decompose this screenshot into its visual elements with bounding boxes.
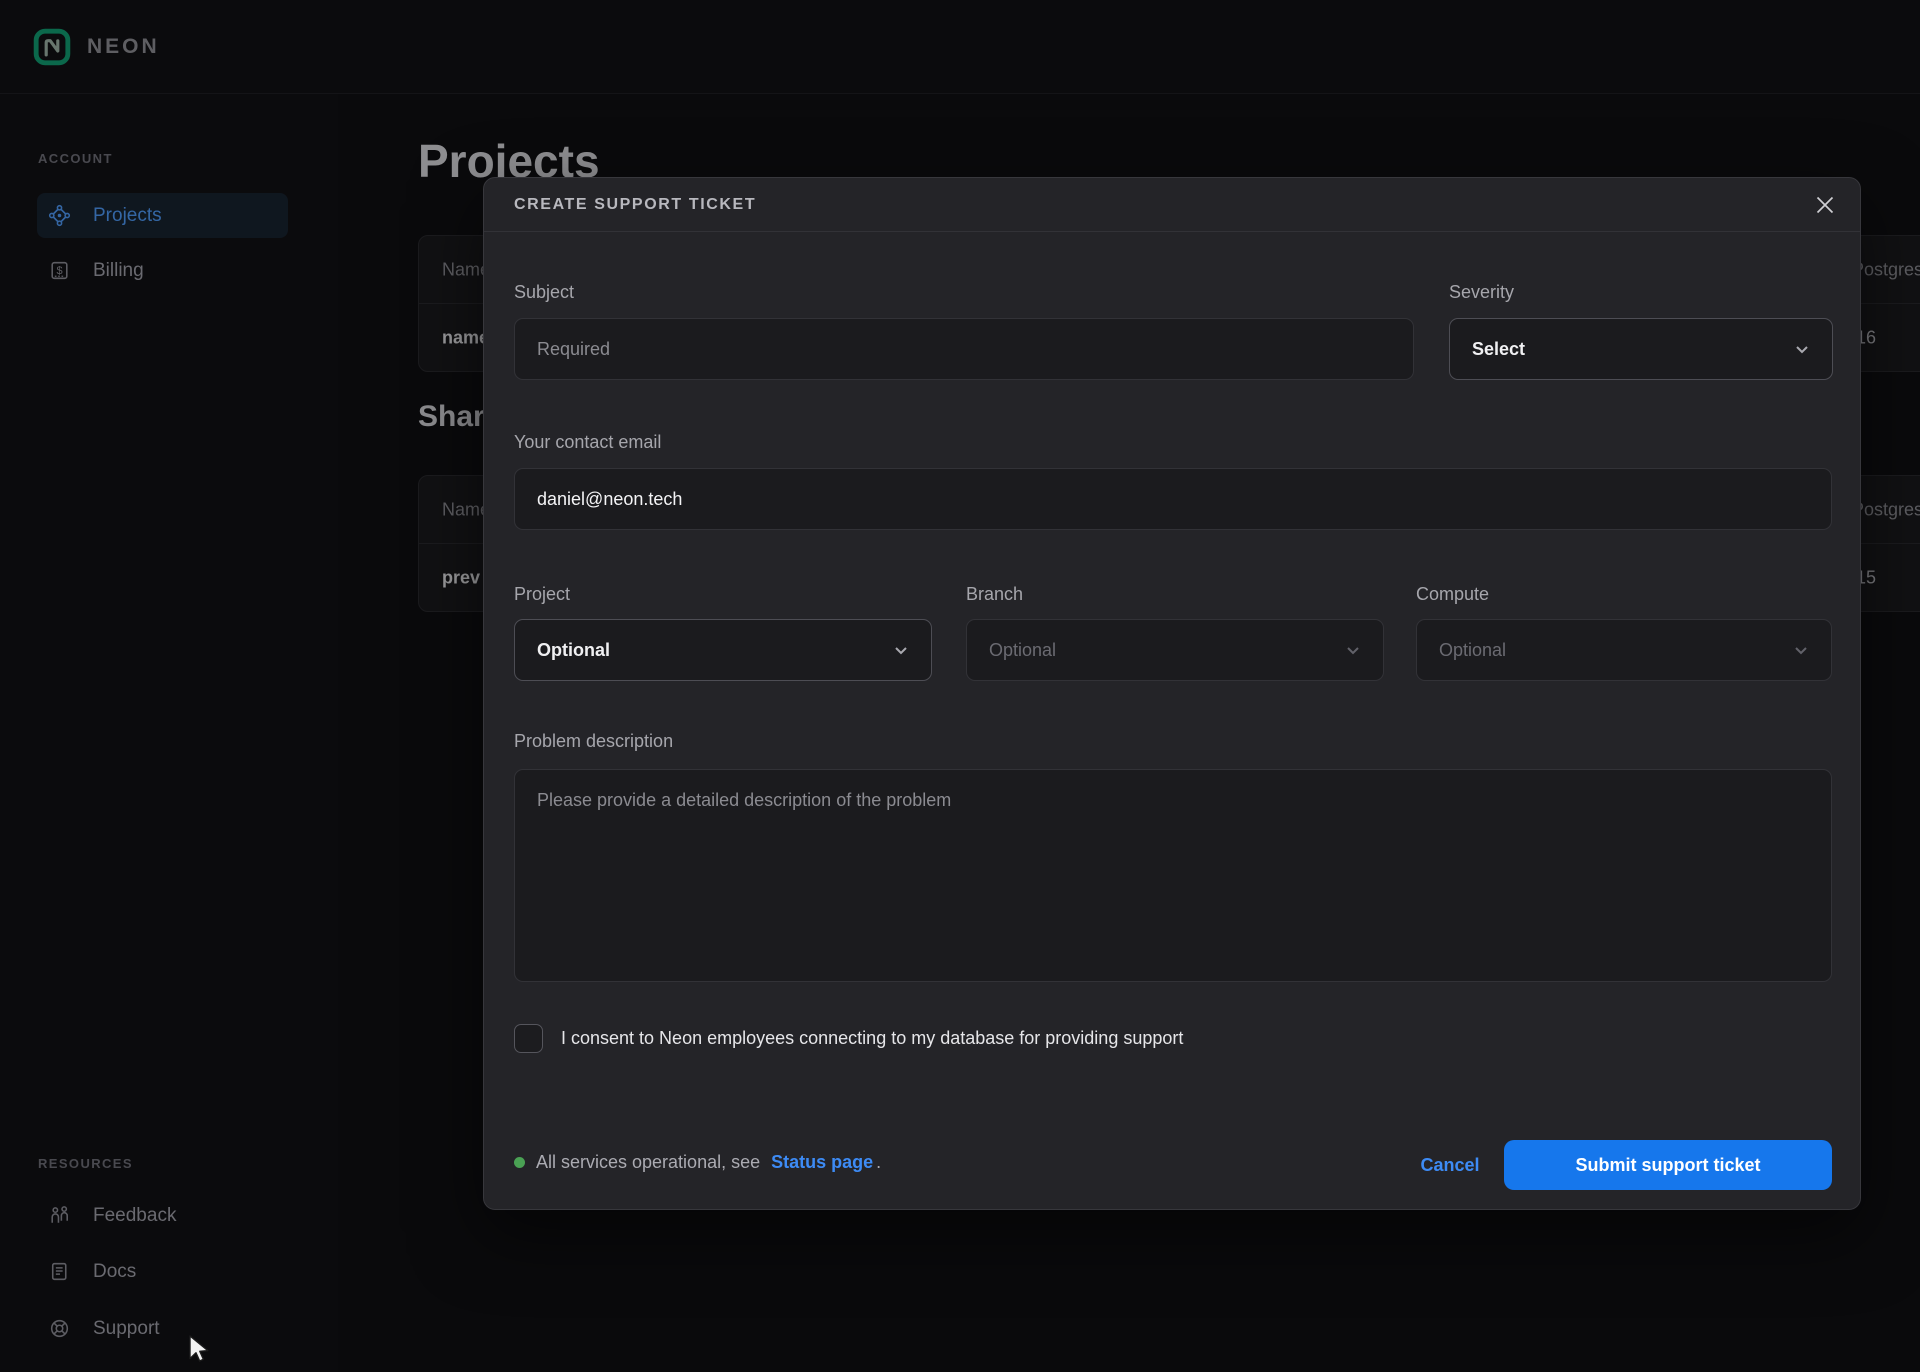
chevron-down-icon bbox=[1789, 638, 1813, 662]
contact-email-label: Your contact email bbox=[514, 432, 661, 453]
chevron-down-icon bbox=[889, 638, 913, 662]
modal-footer: All services operational, see Status pag… bbox=[484, 1123, 1860, 1209]
contact-email-input[interactable] bbox=[514, 468, 1832, 530]
chevron-down-icon bbox=[1790, 337, 1814, 361]
cancel-button[interactable]: Cancel bbox=[1414, 1145, 1486, 1185]
consent-row: I consent to Neon employees connecting t… bbox=[514, 1024, 1183, 1053]
status-suffix: . bbox=[876, 1152, 881, 1173]
severity-select-value: Select bbox=[1472, 339, 1790, 360]
status-page-link[interactable]: Status page bbox=[771, 1152, 873, 1173]
subject-input[interactable] bbox=[514, 318, 1414, 380]
severity-label: Severity bbox=[1449, 282, 1514, 303]
subject-label: Subject bbox=[514, 282, 574, 303]
compute-select-value: Optional bbox=[1439, 640, 1789, 661]
compute-select[interactable]: Optional bbox=[1416, 619, 1832, 681]
branch-select[interactable]: Optional bbox=[966, 619, 1384, 681]
modal-header: CREATE SUPPORT TICKET bbox=[484, 178, 1860, 232]
status-text: All services operational, see bbox=[536, 1152, 760, 1173]
compute-label: Compute bbox=[1416, 584, 1489, 605]
project-label: Project bbox=[514, 584, 570, 605]
project-select-value: Optional bbox=[537, 640, 889, 661]
close-icon[interactable] bbox=[1810, 190, 1840, 220]
consent-label: I consent to Neon employees connecting t… bbox=[561, 1028, 1183, 1049]
problem-description-textarea[interactable] bbox=[514, 769, 1832, 982]
branch-label: Branch bbox=[966, 584, 1023, 605]
support-ticket-modal: CREATE SUPPORT TICKET Subject Severity S… bbox=[483, 177, 1861, 1210]
problem-description-label: Problem description bbox=[514, 731, 673, 752]
service-status: All services operational, see Status pag… bbox=[514, 1152, 881, 1173]
status-dot-icon bbox=[514, 1157, 525, 1168]
chevron-down-icon bbox=[1341, 638, 1365, 662]
app-root: NEON ACCOUNT Projects $ bbox=[0, 0, 1920, 1372]
branch-select-value: Optional bbox=[989, 640, 1341, 661]
project-select[interactable]: Optional bbox=[514, 619, 932, 681]
submit-support-ticket-button[interactable]: Submit support ticket bbox=[1504, 1140, 1832, 1190]
modal-title: CREATE SUPPORT TICKET bbox=[514, 196, 756, 214]
severity-select[interactable]: Select bbox=[1449, 318, 1833, 380]
consent-checkbox[interactable] bbox=[514, 1024, 543, 1053]
